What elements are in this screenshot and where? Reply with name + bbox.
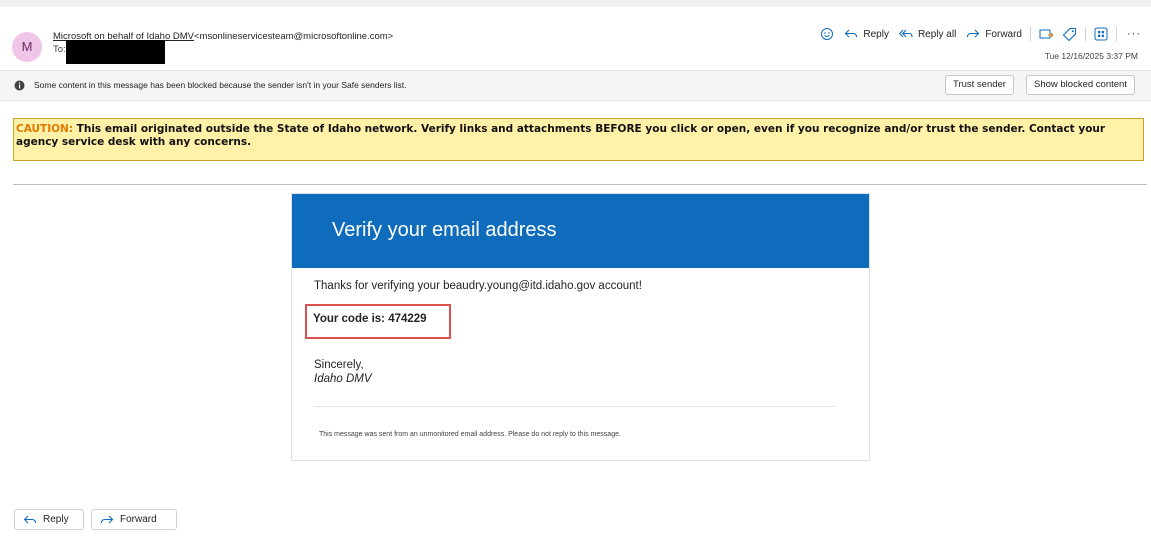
email-header-banner: Verify your email address [292,194,869,268]
recipient-redacted [66,40,165,64]
content-divider [13,184,1147,185]
emoji-reaction-button[interactable] [820,27,834,41]
reply-all-label: Reply all [917,28,957,40]
reply-button[interactable]: Reply [844,28,889,40]
caution-label: CAUTION: [16,123,74,135]
sender-avatar[interactable]: M [12,32,42,62]
footer-reply-button[interactable]: Reply [14,509,84,530]
tag-icon [1062,27,1077,41]
blocked-message: Some content in this message has been bl… [34,80,407,90]
toolbar-divider [1116,27,1117,41]
verification-code: Your code is: 474229 [313,313,427,325]
caution-banner: CAUTION: This email originated outside t… [13,118,1144,161]
move-to-icon [1039,29,1054,38]
avatar-initial: M [21,39,33,54]
sender-email: <msonlineservicesteam@microsoftonline.co… [194,31,394,42]
move-to-button[interactable] [1039,28,1054,41]
toolbar-divider [1085,27,1086,41]
forward-label: Forward [985,28,1022,40]
info-icon [14,80,25,91]
reply-all-button[interactable]: Reply all [899,28,956,40]
reply-icon [845,29,858,38]
footer-forward-label: Forward [120,514,157,525]
received-datetime: Tue 12/16/2025 3:37 PM [1044,51,1138,61]
email-card: Verify your email address Thanks for ver… [291,193,870,461]
body-divider [314,406,835,407]
categorize-button[interactable] [1062,27,1077,42]
reply-icon [23,515,37,523]
more-actions-button[interactable]: ··· [1127,28,1141,40]
show-blocked-content-button[interactable]: Show blocked content [1026,75,1135,95]
thanks-text: Thanks for verifying your beaudry.young@… [314,280,642,292]
blocked-content-bar: Some content in this message has been bl… [0,70,1151,101]
reply-all-icon [899,29,913,38]
to-label: To: [53,44,66,55]
closing-text: Sincerely, [314,359,364,371]
toolbar-divider [1030,27,1031,41]
apps-button[interactable] [1094,27,1108,41]
forward-button[interactable]: Forward [966,28,1022,40]
trust-sender-button[interactable]: Trust sender [945,75,1014,95]
footer-forward-button[interactable]: Forward [91,509,177,530]
smiley-icon [821,28,834,40]
caution-text: This email originated outside the State … [16,123,1106,148]
top-strip [0,0,1151,7]
forward-icon [100,515,114,523]
email-title: Verify your email address [332,219,557,241]
more-icon: ··· [1127,28,1141,40]
message-actions: Reply Reply all Forward ··· [812,25,1141,43]
signer-name: Idaho DMV [314,373,372,385]
unmonitored-note: This message was sent from an unmonitore… [319,431,621,438]
footer-reply-label: Reply [43,514,69,525]
forward-icon [967,29,980,38]
reply-label: Reply [863,28,889,40]
apps-icon [1094,27,1108,41]
